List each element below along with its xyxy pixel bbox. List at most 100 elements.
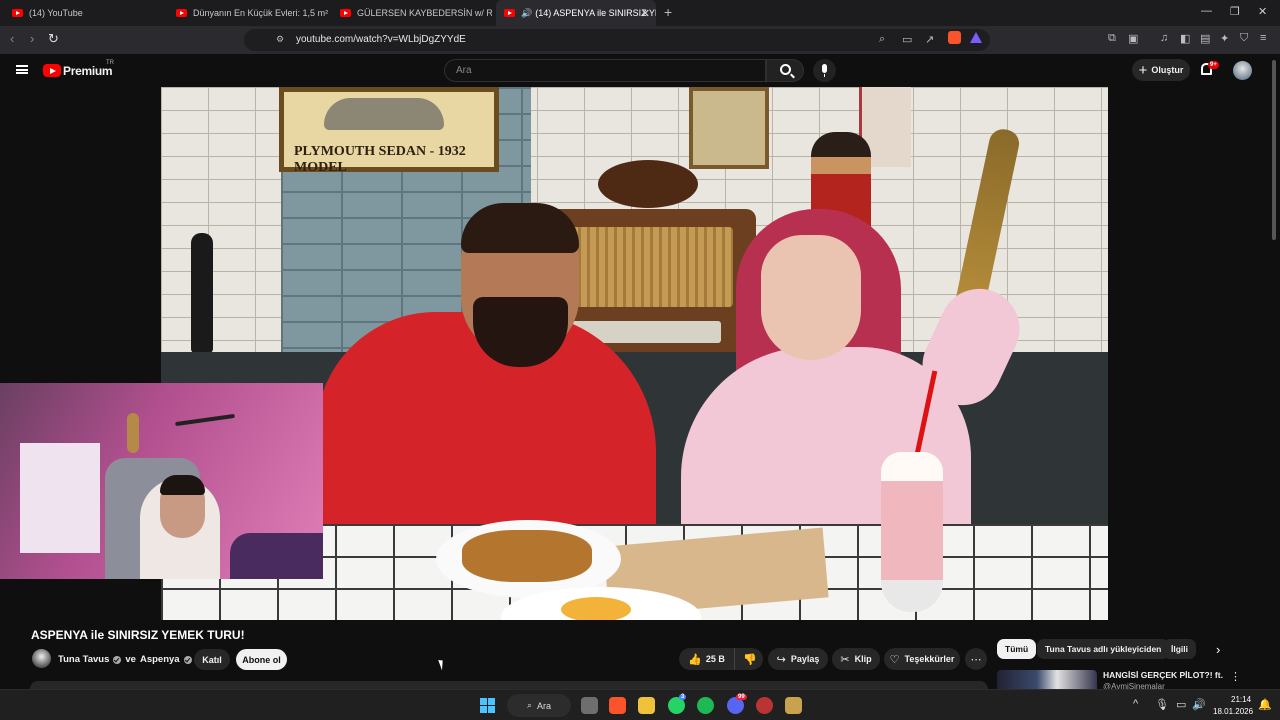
browser-toolbar: ‹ › ↻ 🔖 ⚙ youtube.com/watch?v=WLbjDgZYYd… — [0, 26, 1280, 54]
tray-chevron-icon[interactable]: ^ — [1133, 698, 1138, 710]
file-explorer-icon[interactable] — [638, 697, 655, 714]
browser-tab-small-houses[interactable]: Dünyanın En Küçük Evleri: 1,5 m² Tab — [168, 2, 328, 24]
page-scrollbar[interactable] — [1272, 60, 1276, 240]
extensions-icon[interactable]: ⧉ — [1108, 32, 1116, 45]
leo-ai-icon[interactable]: ✦ — [1220, 32, 1229, 45]
notification-badge: 9+ — [1208, 61, 1219, 69]
channel-primary[interactable]: Tuna Tavus — [58, 654, 109, 665]
browser-tab-aspenya[interactable]: 🔊 (14) ASPENYA ile SINIRSIZ YE ✕ — [496, 0, 656, 26]
back-icon[interactable]: ‹ — [10, 31, 14, 46]
user-avatar[interactable] — [1233, 61, 1252, 80]
plus-icon: + — [1138, 61, 1148, 79]
clock-time[interactable]: 21:14 — [1231, 695, 1251, 704]
man-hair — [461, 203, 579, 253]
verified-icon — [113, 655, 122, 664]
chip-uploader[interactable]: Tuna Tavus adlı yükleyiciden — [1037, 639, 1170, 659]
taskbar-search[interactable]: ⌕ Ara — [507, 694, 571, 717]
volume-icon[interactable]: 🔊 — [1192, 698, 1206, 711]
plymouth-sign: PLYMOUTH SEDAN - 1932 MODEL — [279, 87, 499, 175]
tray-mic-icon[interactable]: 🎙 — [1155, 698, 1169, 711]
menu-icon[interactable]: ≡ — [1260, 32, 1266, 44]
youtube-favicon-icon — [504, 9, 515, 17]
windows-taskbar: ⌕ Ara 3 99 ^ 🎙 ▭ 🔊 21:14 18.01.2026 🔔 — [0, 689, 1280, 720]
dislike-icon: 👎 — [743, 653, 757, 666]
browser-tab-youtube[interactable]: (14) YouTube — [4, 2, 164, 24]
notifications-icon[interactable]: 🔔 — [1258, 698, 1272, 711]
create-button[interactable]: + Oluştur — [1132, 59, 1190, 81]
youtube-logo-icon[interactable] — [43, 64, 61, 77]
channel-secondary[interactable]: Aspenya — [140, 654, 180, 665]
url-text: youtube.com/watch?v=WLbjDgZYYdE — [296, 34, 466, 45]
wallet-icon[interactable]: ▤ — [1200, 32, 1210, 45]
game-app-icon[interactable] — [756, 697, 773, 714]
chip-related[interactable]: İlgili — [1163, 639, 1196, 659]
more-icon: ⋯ — [970, 653, 982, 666]
subscribe-button[interactable]: Abone ol — [236, 649, 287, 670]
like-icon: 👍 — [688, 653, 702, 666]
scissors-icon: ✂ — [840, 653, 850, 666]
clock-date[interactable]: 18.01.2026 — [1213, 707, 1253, 716]
verified-icon — [183, 655, 192, 664]
clip-label: Klip — [854, 654, 872, 664]
spotify-icon[interactable] — [697, 697, 714, 714]
whatsapp-badge: 3 — [679, 694, 687, 700]
webcam-shelf — [20, 443, 100, 553]
brave-shields-icon[interactable] — [948, 31, 961, 44]
webcam-streamer-hair — [160, 475, 205, 495]
network-icon[interactable]: ▭ — [1176, 698, 1186, 711]
app-icon[interactable] — [785, 697, 802, 714]
minimize-icon[interactable]: — — [1201, 5, 1212, 17]
youtube-favicon-icon — [340, 9, 351, 17]
screenshot-icon[interactable]: ▣ — [1128, 32, 1138, 45]
forward-icon[interactable]: › — [30, 31, 34, 46]
recommendation-more-icon[interactable]: ⋮ — [1230, 670, 1241, 683]
clip-button[interactable]: ✂ Klip — [832, 648, 880, 670]
site-settings-icon[interactable]: ⚙ — [276, 34, 284, 45]
join-button[interactable]: Katıl — [194, 649, 230, 670]
search-input[interactable]: Ara — [444, 59, 766, 82]
dislike-button[interactable]: 👎 — [737, 648, 763, 670]
channel-avatar[interactable] — [32, 649, 51, 668]
milkshake — [881, 452, 943, 612]
brave-app-icon[interactable] — [609, 697, 626, 714]
mic-icon[interactable] — [813, 59, 836, 82]
windows-icon[interactable] — [480, 698, 495, 713]
thanks-button[interactable]: ♡ Teşekkürler — [884, 648, 960, 670]
youtube-brand[interactable]: Premium — [63, 64, 113, 78]
more-actions-button[interactable]: ⋯ — [965, 648, 987, 670]
search-button[interactable] — [766, 59, 804, 82]
like-count: 25 B — [705, 654, 725, 664]
share-page-icon[interactable]: ↗ — [925, 33, 934, 46]
wall-frame — [689, 87, 769, 169]
close-tab-icon[interactable]: ✕ — [641, 7, 650, 20]
address-bar[interactable]: ⚙ youtube.com/watch?v=WLbjDgZYYdE ⌕ ▭ ↗ — [244, 29, 990, 51]
new-tab-icon[interactable]: + — [664, 4, 672, 20]
share-label: Paylaş — [790, 654, 820, 664]
zoom-icon[interactable]: ⌕ — [879, 33, 885, 46]
close-window-icon[interactable]: ✕ — [1258, 5, 1267, 18]
share-button[interactable]: ↪ Paylaş — [768, 648, 828, 670]
chip-all[interactable]: Tümü — [997, 639, 1037, 659]
maximize-icon[interactable]: ❐ — [1230, 5, 1240, 18]
speaker-icon: 🔊 — [521, 7, 533, 18]
taskbar-search-label: Ara — [537, 700, 552, 711]
thanks-label: Teşekkürler — [904, 654, 955, 664]
recommended-title[interactable]: HANGİSİ GERÇEK PİLOT?! ft. — [1103, 670, 1223, 680]
browser-tab-strip: (14) YouTube Dünyanın En Küçük Evleri: 1… — [0, 0, 1280, 26]
vpn-icon[interactable]: ⛉ — [1240, 32, 1248, 45]
woman-face — [761, 235, 861, 360]
recommended-thumbnail[interactable] — [997, 670, 1097, 689]
chevron-right-icon[interactable]: › — [1216, 642, 1220, 657]
youtube-header: Premium TR Ara + Oluştur 9+ — [0, 54, 1280, 86]
media-icon[interactable]: ♫ — [1160, 32, 1168, 44]
discord-badge: 99 — [736, 694, 747, 700]
like-button[interactable]: 👍 25 B — [679, 648, 735, 670]
reload-icon[interactable]: ↻ — [48, 31, 59, 47]
browser-tab-gulersen[interactable]: GÜLERSEN KAYBEDERSİN w/ Rutin D — [332, 2, 492, 24]
brave-rewards-icon[interactable] — [970, 32, 982, 43]
sidebar-icon[interactable]: ◧ — [1180, 32, 1190, 45]
task-view-icon[interactable] — [581, 697, 598, 714]
cast-icon[interactable]: ▭ — [902, 33, 912, 46]
channel-names[interactable]: Tuna Tavus ve Aspenya — [58, 654, 192, 665]
hamburger-menu-icon[interactable] — [16, 65, 28, 74]
